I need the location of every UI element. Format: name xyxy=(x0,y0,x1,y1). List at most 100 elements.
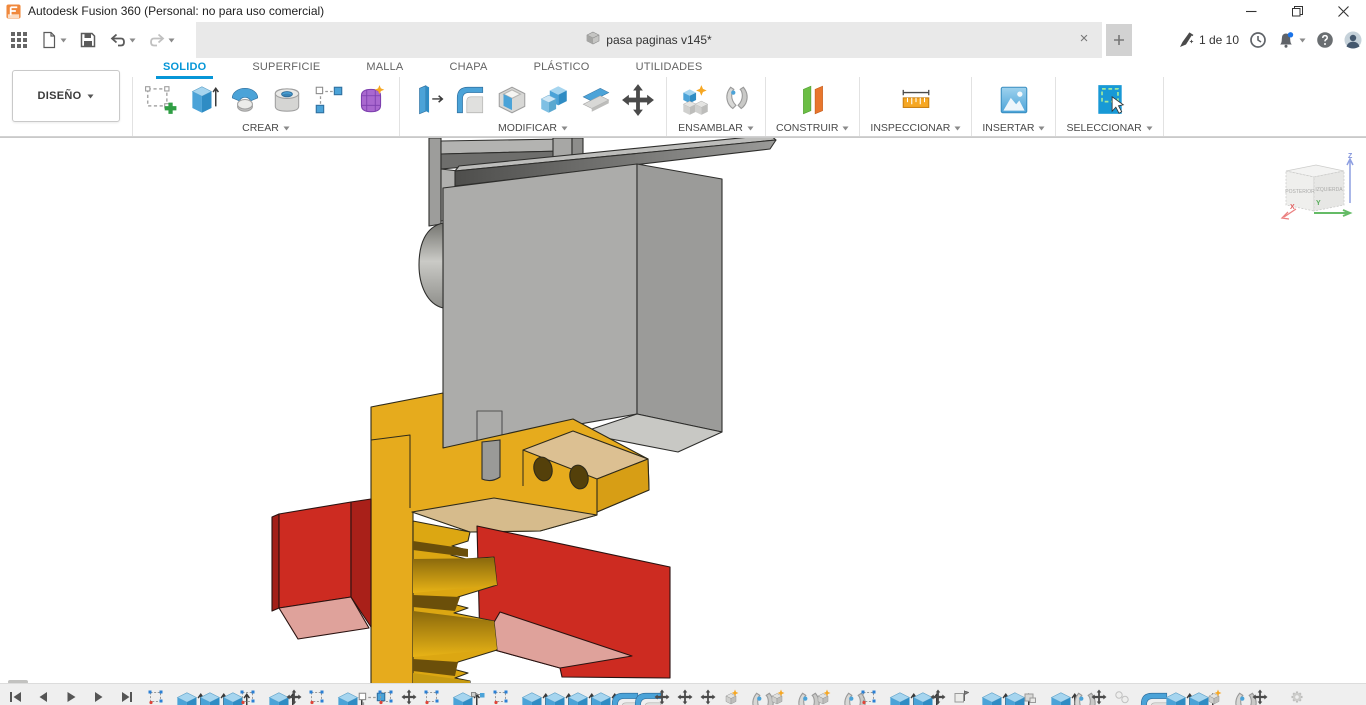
timeline-feature-move[interactable] xyxy=(700,689,716,705)
timeline-feature-sketch[interactable] xyxy=(424,689,440,705)
timeline-feature-extrude[interactable] xyxy=(585,689,601,705)
timeline-feature-move[interactable] xyxy=(930,689,946,705)
timeline-feature-fillet[interactable] xyxy=(631,689,647,705)
shell-tool-button[interactable] xyxy=(494,81,530,119)
group-label-insertar[interactable]: INSERTAR xyxy=(982,122,1045,134)
extrude-tool-button[interactable] xyxy=(185,81,221,119)
timeline-feature-sketch[interactable] xyxy=(309,689,325,705)
timeline-feature-extrude[interactable] xyxy=(539,689,555,705)
step-forward-button[interactable] xyxy=(92,690,106,704)
timeline-feature-extrude[interactable] xyxy=(171,689,187,705)
revolve-tool-button[interactable] xyxy=(227,81,263,119)
split-body-tool-button[interactable] xyxy=(578,81,614,119)
timeline-feature-gear[interactable] xyxy=(1289,689,1305,705)
close-button[interactable] xyxy=(1320,0,1366,22)
timeline-feature-move[interactable] xyxy=(654,689,670,705)
document-tab[interactable]: pasa paginas v145* xyxy=(196,22,1102,58)
ribbon-tab-utilidades[interactable]: UTILIDADES xyxy=(613,58,726,77)
group-label-modificar[interactable]: MODIFICAR xyxy=(498,122,568,134)
minimize-button[interactable] xyxy=(1228,0,1274,22)
timeline-feature-joint[interactable] xyxy=(792,689,808,705)
timeline-feature-move[interactable] xyxy=(677,689,693,705)
app-grid-button[interactable] xyxy=(6,28,32,52)
move-copy-tool-button[interactable] xyxy=(620,81,656,119)
timeline-feature-extrude[interactable] xyxy=(884,689,900,705)
ribbon-tab-superficie[interactable]: SUPERFICIE xyxy=(229,58,343,77)
timeline-feature-component[interactable] xyxy=(769,689,785,705)
timeline-feature-extrude[interactable] xyxy=(263,689,279,705)
timeline-feature-move[interactable] xyxy=(286,689,302,705)
new-tab-button[interactable] xyxy=(1106,24,1132,56)
timeline-feature-extrude[interactable] xyxy=(907,689,923,705)
pattern-tool-button[interactable] xyxy=(311,81,347,119)
press-pull-tool-button[interactable] xyxy=(410,81,446,119)
ribbon-tab-solido[interactable]: SOLIDO xyxy=(140,58,229,77)
part-motor-block-gray[interactable] xyxy=(419,138,776,452)
help-button[interactable] xyxy=(1316,31,1334,49)
extension-button[interactable]: 1 de 10 xyxy=(1177,31,1239,49)
timeline-feature-extrude[interactable] xyxy=(217,689,233,705)
timeline-feature-extrude[interactable] xyxy=(332,689,348,705)
timeline-feature-component[interactable] xyxy=(815,689,831,705)
timeline-feature-joint[interactable] xyxy=(1229,689,1245,705)
timeline-feature-plane[interactable] xyxy=(953,689,969,705)
select-tool-button[interactable] xyxy=(1092,81,1128,119)
timeline-feature-extrude[interactable] xyxy=(1160,689,1176,705)
timeline-feature-points[interactable] xyxy=(470,689,486,705)
form-tool-button[interactable] xyxy=(353,81,389,119)
timeline-feature-box[interactable] xyxy=(1022,689,1038,705)
combine-tool-button[interactable] xyxy=(536,81,572,119)
group-label-inspeccionar[interactable]: INSPECCIONAR xyxy=(870,122,961,134)
timeline-feature-sketch[interactable] xyxy=(378,689,394,705)
timeline-feature-extrude[interactable] xyxy=(516,689,532,705)
measure-tool-button[interactable] xyxy=(898,81,934,119)
undo-button[interactable] xyxy=(105,28,140,52)
timeline-feature-sketch[interactable] xyxy=(240,689,256,705)
skip-to-end-button[interactable] xyxy=(120,690,134,704)
redo-button[interactable] xyxy=(144,28,179,52)
create-sketch-tool-button[interactable] xyxy=(143,81,179,119)
group-label-construir[interactable]: CONSTRUIR xyxy=(776,122,849,134)
group-label-seleccionar[interactable]: SELECCIONAR xyxy=(1066,122,1152,134)
save-button[interactable] xyxy=(75,28,101,52)
motor-tab-gray[interactable] xyxy=(482,440,500,481)
hole-tool-button[interactable] xyxy=(269,81,305,119)
view-cube[interactable]: POSTERIOR IZQUIERDA Z X Y xyxy=(1272,149,1362,235)
timeline-feature-fillet[interactable] xyxy=(608,689,624,705)
ribbon-tab-plástico[interactable]: PLÁSTICO xyxy=(511,58,613,77)
timeline-feature-component[interactable] xyxy=(723,689,739,705)
fillet-tool-button[interactable] xyxy=(452,81,488,119)
group-label-ensamblar[interactable]: ENSAMBLAR xyxy=(678,122,754,134)
ribbon-tab-malla[interactable]: MALLA xyxy=(343,58,426,77)
maximize-button[interactable] xyxy=(1274,0,1320,22)
new-component-tool-button[interactable] xyxy=(677,81,713,119)
construction-plane-tool-button[interactable] xyxy=(795,81,831,119)
clock-button[interactable] xyxy=(1249,31,1267,49)
timeline-feature-joint[interactable] xyxy=(838,689,854,705)
timeline-feature-move[interactable] xyxy=(401,689,417,705)
ribbon-tab-chapa[interactable]: CHAPA xyxy=(426,58,510,77)
joint-tool-button[interactable] xyxy=(719,81,755,119)
timeline-feature-extrude[interactable] xyxy=(562,689,578,705)
timeline-feature-extrude[interactable] xyxy=(1183,689,1199,705)
timeline-feature-extrude[interactable] xyxy=(976,689,992,705)
tab-close-button[interactable]: × xyxy=(1074,29,1094,49)
timeline-feature-extrude[interactable] xyxy=(194,689,210,705)
timeline-feature-extrude[interactable] xyxy=(447,689,463,705)
skip-to-start-button[interactable] xyxy=(8,690,22,704)
timeline-feature-pattern[interactable] xyxy=(355,689,371,705)
timeline-feature-fillet[interactable] xyxy=(1137,689,1153,705)
timeline-feature-sketch[interactable] xyxy=(861,689,877,705)
timeline-feature-component[interactable] xyxy=(1206,689,1222,705)
play-button[interactable] xyxy=(64,690,78,704)
timeline-feature-sketch[interactable] xyxy=(493,689,509,705)
timeline-feature-move[interactable] xyxy=(1252,689,1268,705)
bell-button[interactable] xyxy=(1277,31,1306,49)
timeline-feature-extrude[interactable] xyxy=(999,689,1015,705)
avatar-button[interactable] xyxy=(1344,31,1362,49)
viewport-canvas[interactable]: POSTERIOR IZQUIERDA Z X Y xyxy=(0,137,1366,683)
timeline-feature-joint[interactable] xyxy=(746,689,762,705)
file-menu-button[interactable] xyxy=(36,28,71,52)
timeline-feature-joint[interactable] xyxy=(1068,689,1084,705)
workspace-selector[interactable]: DISEÑO xyxy=(12,70,120,122)
